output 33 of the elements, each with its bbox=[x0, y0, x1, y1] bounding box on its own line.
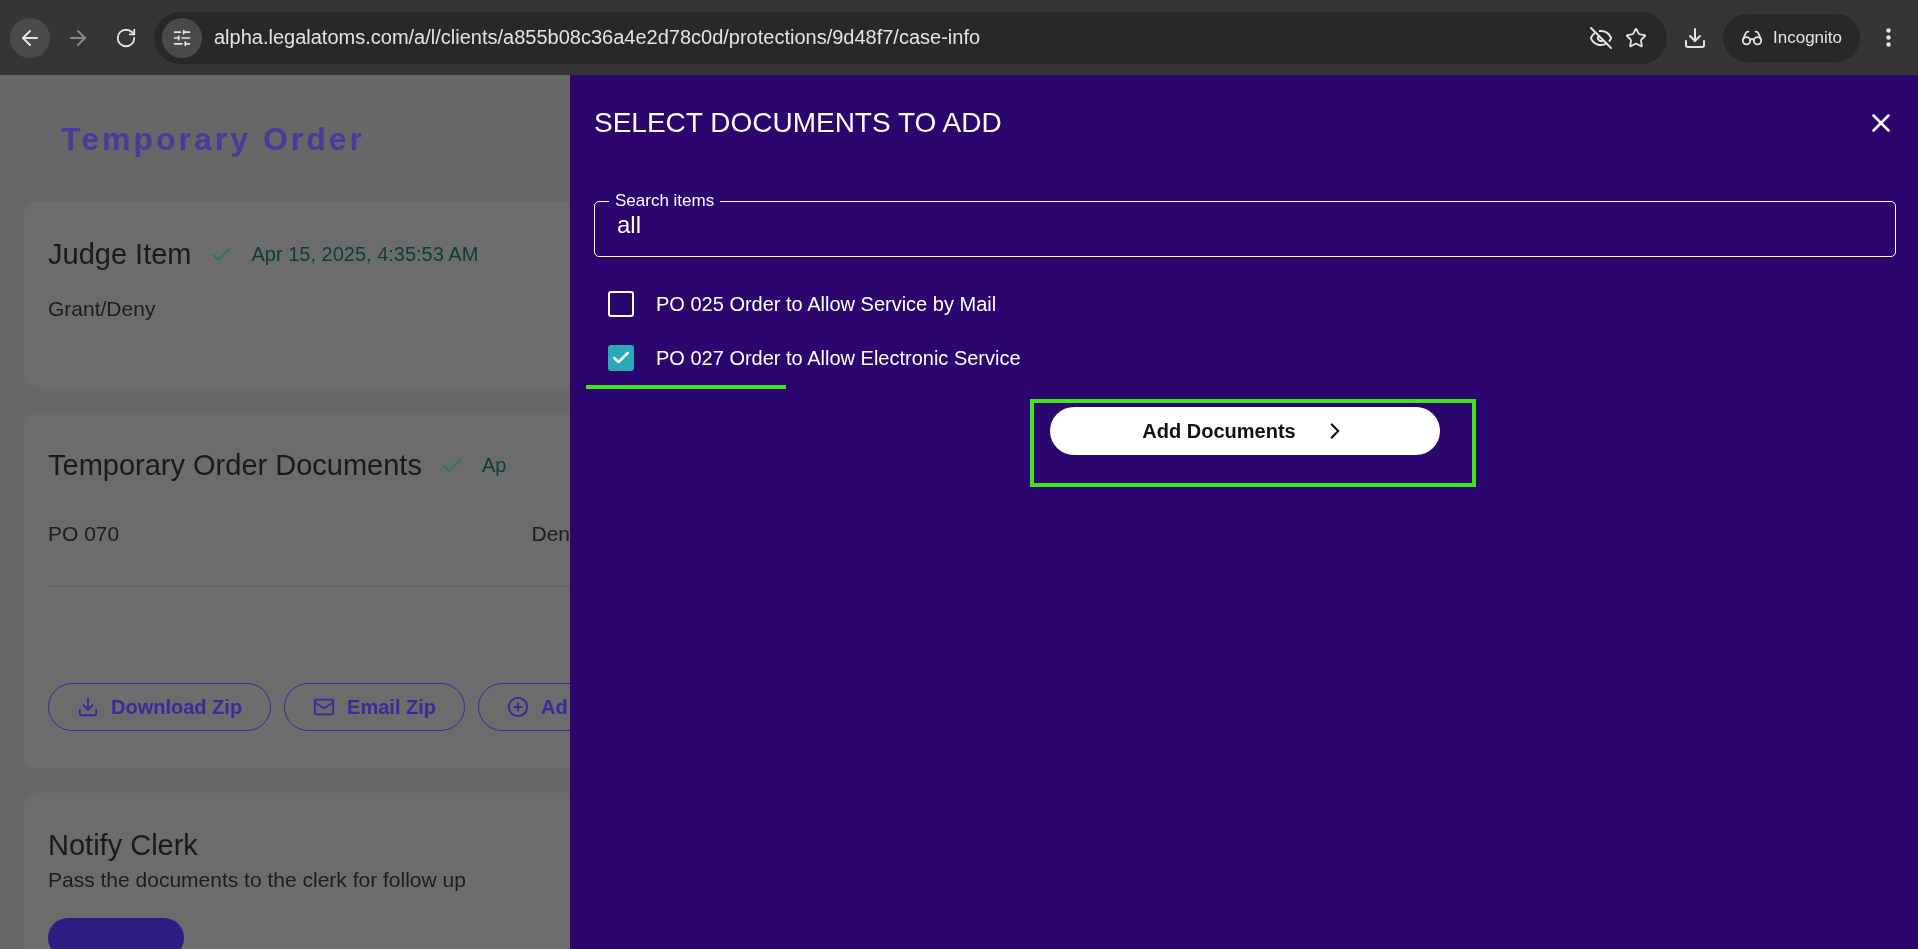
field-label: Search items bbox=[614, 191, 716, 211]
card-heading: Notify Clerk bbox=[48, 829, 198, 862]
download-icon bbox=[77, 696, 99, 718]
eye-off-icon[interactable] bbox=[1589, 25, 1613, 50]
checkbox[interactable] bbox=[608, 345, 634, 371]
plus-circle-icon bbox=[507, 696, 529, 718]
card-heading: Judge Item bbox=[48, 238, 192, 271]
profile-chip[interactable]: Incognito bbox=[1723, 13, 1860, 62]
sliders-icon bbox=[172, 27, 192, 48]
add-documents-button[interactable]: Add Documents bbox=[1050, 407, 1440, 455]
document-option[interactable]: PO 027 Order to Allow Electronic Service bbox=[656, 346, 1021, 370]
url-text: alpha.legalatoms.com/a/l/clients/a855b08c36a4e2d78c0d/protections/9d48f7/case-info bbox=[214, 26, 982, 49]
search-input[interactable]: all bbox=[617, 211, 1873, 239]
download-icon bbox=[1683, 25, 1707, 50]
back-button[interactable] bbox=[10, 17, 50, 58]
address-bar[interactable]: alpha.legalatoms.com/a/l/clients/a855b08c36a4e2d78c0d/protections/9d48f7/case-info bbox=[154, 11, 1667, 64]
card-text: Pass the documents to the clerk for follow up bbox=[48, 868, 466, 891]
reload-icon bbox=[115, 26, 137, 49]
card-text: Grant/Deny bbox=[48, 297, 156, 320]
star-icon[interactable] bbox=[1625, 26, 1647, 49]
notify-button[interactable] bbox=[48, 918, 184, 949]
document-decision: Den bbox=[531, 522, 570, 546]
checkbox[interactable] bbox=[608, 291, 634, 317]
card-heading: Temporary Order Documents bbox=[48, 449, 422, 482]
timestamp: Ap bbox=[481, 454, 507, 477]
document-name: PO 070 bbox=[48, 522, 120, 546]
search-field[interactable]: Search items all bbox=[594, 191, 1896, 257]
drawer-title: SELECT DOCUMENTS TO ADD bbox=[594, 107, 1002, 139]
document-option[interactable]: PO 025 Order to Allow Service by Mail bbox=[656, 292, 997, 316]
menu-icon bbox=[1885, 28, 1891, 47]
mail-icon bbox=[313, 696, 336, 718]
site-settings-button[interactable] bbox=[162, 17, 202, 58]
timestamp: Apr 15, 2025, 4:35:53 AM bbox=[251, 243, 479, 266]
